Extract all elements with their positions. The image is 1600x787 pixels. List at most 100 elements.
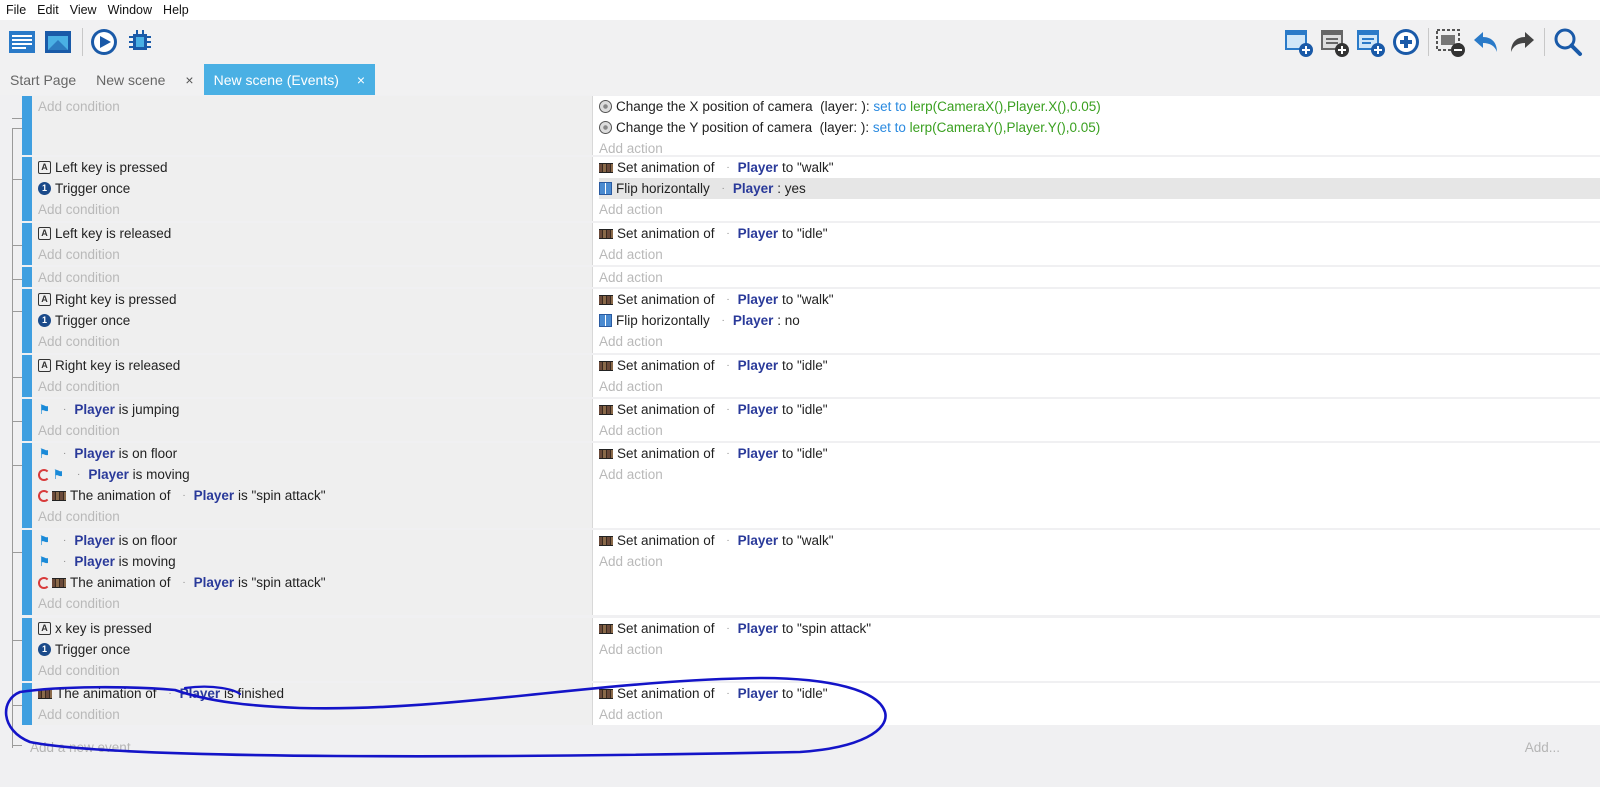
add-subevent-icon[interactable] (1318, 26, 1350, 58)
condition-line[interactable]: ⚑ · Player is moving (38, 551, 592, 572)
add-action-link[interactable]: Add action (599, 138, 1600, 159)
debugger-icon[interactable] (124, 26, 156, 58)
event-drag-handle[interactable] (22, 96, 32, 155)
event-row[interactable]: A Left key is released Add condition Set an… (22, 223, 1600, 265)
add-event-icon[interactable] (1282, 26, 1314, 58)
add-action-link[interactable]: Add action (599, 267, 1600, 288)
event-drag-handle[interactable] (22, 267, 32, 287)
add-condition-link[interactable]: Add condition (38, 704, 592, 725)
event-row[interactable]: Add condition Add action (22, 267, 1600, 287)
toolbar-separator (1428, 28, 1429, 56)
action-line[interactable]: Change the Y position of camera (layer: … (599, 117, 1600, 138)
condition-line[interactable]: Ax key is pressed (38, 618, 592, 639)
instruction-text: · (726, 623, 730, 634)
action-line[interactable]: Set animation of · Player to "idle" (599, 399, 1600, 420)
instruction-text: · (63, 556, 67, 567)
add-condition-link[interactable]: Add condition (38, 331, 592, 352)
action-line[interactable]: Flip horizontally · Player : yes (599, 178, 1600, 199)
event-row[interactable]: Ax key is pressed 1 Trigger once Add condit… (22, 618, 1600, 681)
event-row[interactable]: A Left key is pressed 1 Trigger once Add con… (22, 157, 1600, 221)
action-line[interactable]: Set animation of · Player to "idle" (599, 355, 1600, 376)
event-row[interactable]: ⚑ · Player is on floor ⚑ · Player is moving Th… (22, 443, 1600, 528)
add-condition-link[interactable]: Add condition (38, 506, 592, 527)
action-line[interactable]: Set animation of · Player to "walk" (599, 530, 1600, 551)
add-action-link[interactable]: Add action (599, 420, 1600, 441)
action-line[interactable]: Set animation of · Player to "spin attack… (599, 618, 1600, 639)
tab-start-page[interactable]: Start Page (0, 64, 86, 95)
menu-help[interactable]: Help (163, 3, 189, 17)
add-condition-link[interactable]: Add condition (38, 420, 592, 441)
event-row[interactable]: Add condition Change the X position of ca… (22, 96, 1600, 156)
add-action-link[interactable]: Add action (599, 551, 1600, 572)
tab-new-scene[interactable]: New scene × (86, 64, 203, 95)
add-action-link[interactable]: Add action (599, 464, 1600, 485)
event-drag-handle[interactable] (22, 157, 32, 221)
add-action-link[interactable]: Add action (599, 704, 1600, 725)
event-row[interactable]: ⚑ · Player is on floor ⚑ · Player is moving Th… (22, 530, 1600, 615)
action-line[interactable]: Change the X position of camera (layer: … (599, 96, 1600, 117)
menu-window[interactable]: Window (108, 3, 152, 17)
condition-line[interactable]: 1 Trigger once (38, 639, 592, 660)
condition-line[interactable]: 1 Trigger once (38, 310, 592, 331)
tab-new-scene-events[interactable]: New scene (Events) × (203, 64, 376, 95)
add-action-link[interactable]: Add action (599, 639, 1600, 660)
event-drag-handle[interactable] (22, 223, 32, 265)
event-row[interactable]: A Right key is released Add condition Set a… (22, 355, 1600, 397)
action-line[interactable]: Set animation of · Player to "walk" (599, 157, 1600, 178)
add-action-link[interactable]: Add action (599, 376, 1600, 397)
event-drag-handle[interactable] (22, 289, 32, 353)
action-line[interactable]: Flip horizontally · Player : no (599, 310, 1600, 331)
add-condition-link[interactable]: Add condition (38, 244, 592, 265)
event-drag-handle[interactable] (22, 683, 32, 725)
condition-line[interactable]: A Left key is released (38, 223, 592, 244)
add-condition-link[interactable]: Add condition (38, 199, 592, 220)
event-row[interactable]: A Right key is pressed 1 Trigger once Add co… (22, 289, 1600, 353)
search-icon[interactable] (1552, 26, 1584, 58)
close-tab-icon[interactable]: × (357, 72, 365, 88)
add-condition-link[interactable]: Add condition (38, 96, 592, 117)
add-condition-link[interactable]: Add condition (38, 660, 592, 681)
delete-selection-icon[interactable] (1434, 26, 1466, 58)
event-drag-handle[interactable] (22, 530, 32, 615)
condition-line[interactable]: ⚑ · Player is moving (38, 464, 592, 485)
event-row[interactable]: The animation of · Player is finished Add … (22, 683, 1600, 725)
add-comment-icon[interactable] (1354, 26, 1386, 58)
event-drag-handle[interactable] (22, 399, 32, 441)
menu-file[interactable]: File (6, 3, 26, 17)
condition-line[interactable]: 1 Trigger once (38, 178, 592, 199)
condition-line[interactable]: The animation of · Player is finished (38, 683, 592, 704)
add-action-link[interactable]: Add action (599, 199, 1600, 220)
condition-line[interactable]: A Left key is pressed (38, 157, 592, 178)
condition-line[interactable]: The animation of · Player is "spin attack… (38, 572, 592, 593)
condition-line[interactable]: ⚑ · Player is jumping (38, 399, 592, 420)
condition-line[interactable]: The animation of · Player is "spin attack… (38, 485, 592, 506)
action-line[interactable]: Set animation of · Player to "idle" (599, 683, 1600, 704)
add-action-link[interactable]: Add action (599, 244, 1600, 265)
add-action-link[interactable]: Add action (599, 331, 1600, 352)
add-condition-link[interactable]: Add condition (38, 376, 592, 397)
add-new-event-link[interactable]: Add a new event (30, 740, 131, 755)
add-condition-link[interactable]: Add condition (38, 593, 592, 614)
action-line[interactable]: Set animation of · Player to "idle" (599, 223, 1600, 244)
event-drag-handle[interactable] (22, 355, 32, 397)
add-condition-link[interactable]: Add condition (38, 267, 592, 288)
add-more-icon[interactable] (1390, 26, 1422, 58)
close-tab-icon[interactable]: × (185, 72, 193, 88)
project-manager-icon[interactable] (6, 26, 38, 58)
event-drag-handle[interactable] (22, 618, 32, 681)
action-line[interactable]: Set animation of · Player to "walk" (599, 289, 1600, 310)
add-menu-link[interactable]: Add... (1525, 740, 1560, 755)
undo-icon[interactable] (1470, 26, 1502, 58)
redo-icon[interactable] (1506, 26, 1538, 58)
menu-view[interactable]: View (70, 3, 97, 17)
event-row[interactable]: ⚑ · Player is jumping Add condition Set anim… (22, 399, 1600, 441)
event-drag-handle[interactable] (22, 443, 32, 528)
action-line[interactable]: Set animation of · Player to "idle" (599, 443, 1600, 464)
condition-line[interactable]: ⚑ · Player is on floor (38, 443, 592, 464)
condition-line[interactable]: ⚑ · Player is on floor (38, 530, 592, 551)
scene-editor-icon[interactable] (42, 26, 74, 58)
menu-edit[interactable]: Edit (37, 3, 59, 17)
preview-play-icon[interactable] (88, 26, 120, 58)
condition-line[interactable]: A Right key is pressed (38, 289, 592, 310)
condition-line[interactable]: A Right key is released (38, 355, 592, 376)
